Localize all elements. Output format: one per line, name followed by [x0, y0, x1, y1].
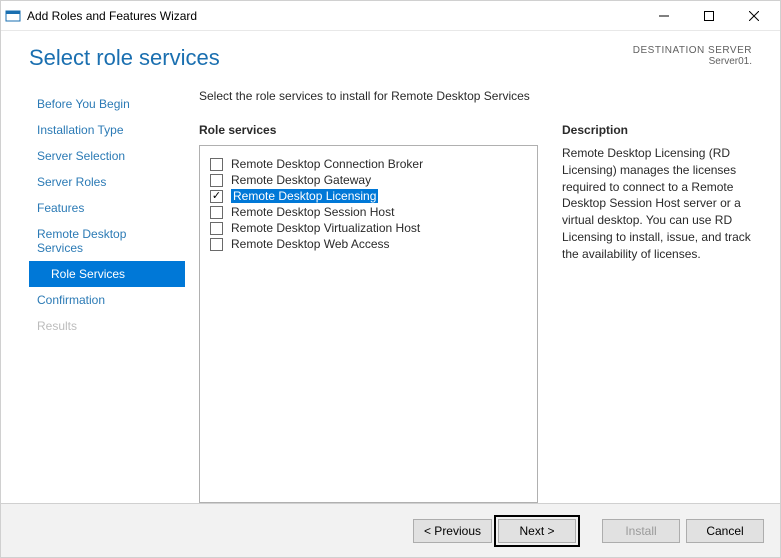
checkbox[interactable] — [210, 206, 223, 219]
checkbox[interactable] — [210, 190, 223, 203]
role-service-item[interactable]: Remote Desktop Gateway — [210, 172, 527, 188]
window-controls — [641, 1, 776, 31]
app-icon — [5, 8, 21, 24]
role-service-item[interactable]: Remote Desktop Virtualization Host — [210, 220, 527, 236]
nav-item[interactable]: Installation Type — [29, 117, 185, 143]
window-title: Add Roles and Features Wizard — [27, 9, 641, 23]
role-services-list: Remote Desktop Connection Broker Remote D… — [199, 145, 538, 503]
destination-server: DESTINATION SERVER Server01. — [633, 45, 752, 67]
role-service-item[interactable]: Remote Desktop Licensing — [210, 188, 527, 204]
nav-item[interactable]: Role Services — [29, 261, 185, 287]
previous-button[interactable]: < Previous — [413, 519, 492, 543]
checkbox[interactable] — [210, 158, 223, 171]
role-service-label: Remote Desktop Session Host — [231, 205, 394, 219]
description-text: Remote Desktop Licensing (RD Licensing) … — [562, 145, 766, 263]
body: Before You BeginInstallation TypeServer … — [1, 81, 780, 503]
role-service-label: Remote Desktop Licensing — [231, 189, 378, 203]
header: Select role services DESTINATION SERVER … — [1, 31, 780, 81]
role-service-label: Remote Desktop Connection Broker — [231, 157, 423, 171]
role-service-label: Remote Desktop Gateway — [231, 173, 371, 187]
maximize-button[interactable] — [686, 1, 731, 31]
role-service-item[interactable]: Remote Desktop Connection Broker — [210, 156, 527, 172]
description-heading: Description — [562, 123, 766, 137]
nav-item[interactable]: Server Roles — [29, 169, 185, 195]
nav-item[interactable]: Remote Desktop Services — [29, 221, 185, 261]
role-services-heading: Role services — [199, 123, 538, 137]
nav-item[interactable]: Confirmation — [29, 287, 185, 313]
role-service-item[interactable]: Remote Desktop Web Access — [210, 236, 527, 252]
nav-item: Results — [29, 313, 185, 339]
page-title: Select role services — [29, 45, 220, 71]
instruction-text: Select the role services to install for … — [199, 89, 766, 103]
checkbox[interactable] — [210, 174, 223, 187]
checkbox[interactable] — [210, 222, 223, 235]
cancel-button[interactable]: Cancel — [686, 519, 764, 543]
role-service-label: Remote Desktop Web Access — [231, 237, 390, 251]
minimize-button[interactable] — [641, 1, 686, 31]
nav-item[interactable]: Before You Begin — [29, 91, 185, 117]
destination-value: Server01. — [633, 56, 752, 67]
nav-item[interactable]: Server Selection — [29, 143, 185, 169]
checkbox[interactable] — [210, 238, 223, 251]
nav-item[interactable]: Features — [29, 195, 185, 221]
role-service-label: Remote Desktop Virtualization Host — [231, 221, 420, 235]
sidebar: Before You BeginInstallation TypeServer … — [1, 81, 185, 503]
destination-label: DESTINATION SERVER — [633, 45, 752, 56]
close-button[interactable] — [731, 1, 776, 31]
main-content: Select the role services to install for … — [185, 81, 766, 503]
install-button[interactable]: Install — [602, 519, 680, 543]
footer: < Previous Next > Install Cancel — [1, 503, 780, 557]
next-button[interactable]: Next > — [498, 519, 576, 543]
role-service-item[interactable]: Remote Desktop Session Host — [210, 204, 527, 220]
titlebar: Add Roles and Features Wizard — [1, 1, 780, 31]
